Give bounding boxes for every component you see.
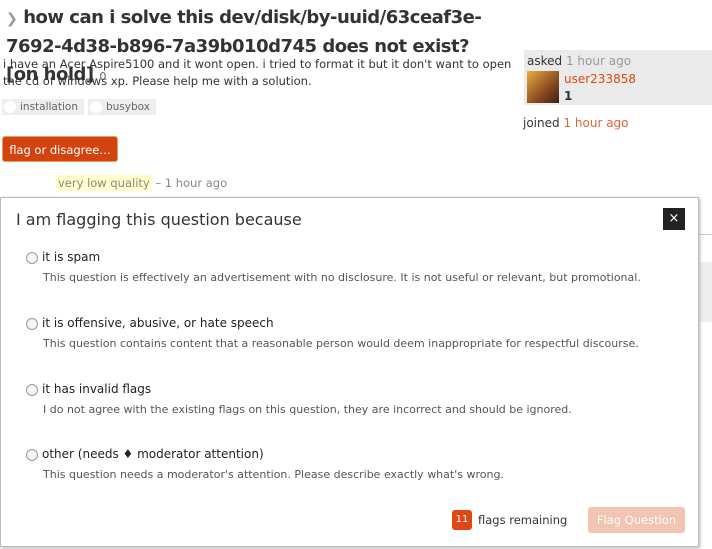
username-link[interactable]: user233858 [564,72,636,86]
flags-remaining: 11 flags remaining [452,510,567,530]
radio-button[interactable] [26,318,38,330]
tag-list: installation busybox [2,99,156,115]
question-body: i have an Acer Aspire5100 and it wont op… [3,57,512,88]
flags-count-badge: 11 [452,510,472,530]
flag-dialog: I am flagging this question because × it… [0,197,699,547]
chevron-right-icon: ❯ [6,11,18,27]
flag-or-disagree-button[interactable]: flag or disagree… [2,136,118,162]
dialog-title: I am flagging this question because [16,210,302,229]
avatar[interactable] [527,71,559,103]
radio-button[interactable] [26,384,38,396]
tag-installation[interactable]: installation [2,99,84,115]
close-button[interactable]: × [663,208,685,230]
flag-question-button[interactable]: Flag Question [588,507,685,533]
tag-busybox[interactable]: busybox [87,99,156,115]
owner-card: asked 1 hour ago user233858 1 [524,50,712,105]
divider [700,234,712,235]
joined-info: joined 1 hour ago [523,116,629,130]
radio-button[interactable] [26,449,38,461]
background-panel [700,262,712,322]
tag-icon [4,101,16,113]
reputation: 1 [564,89,573,103]
radio-button[interactable] [26,252,38,264]
flag-history: very low quality – 1 hour ago [56,175,228,191]
tag-icon [89,101,102,113]
